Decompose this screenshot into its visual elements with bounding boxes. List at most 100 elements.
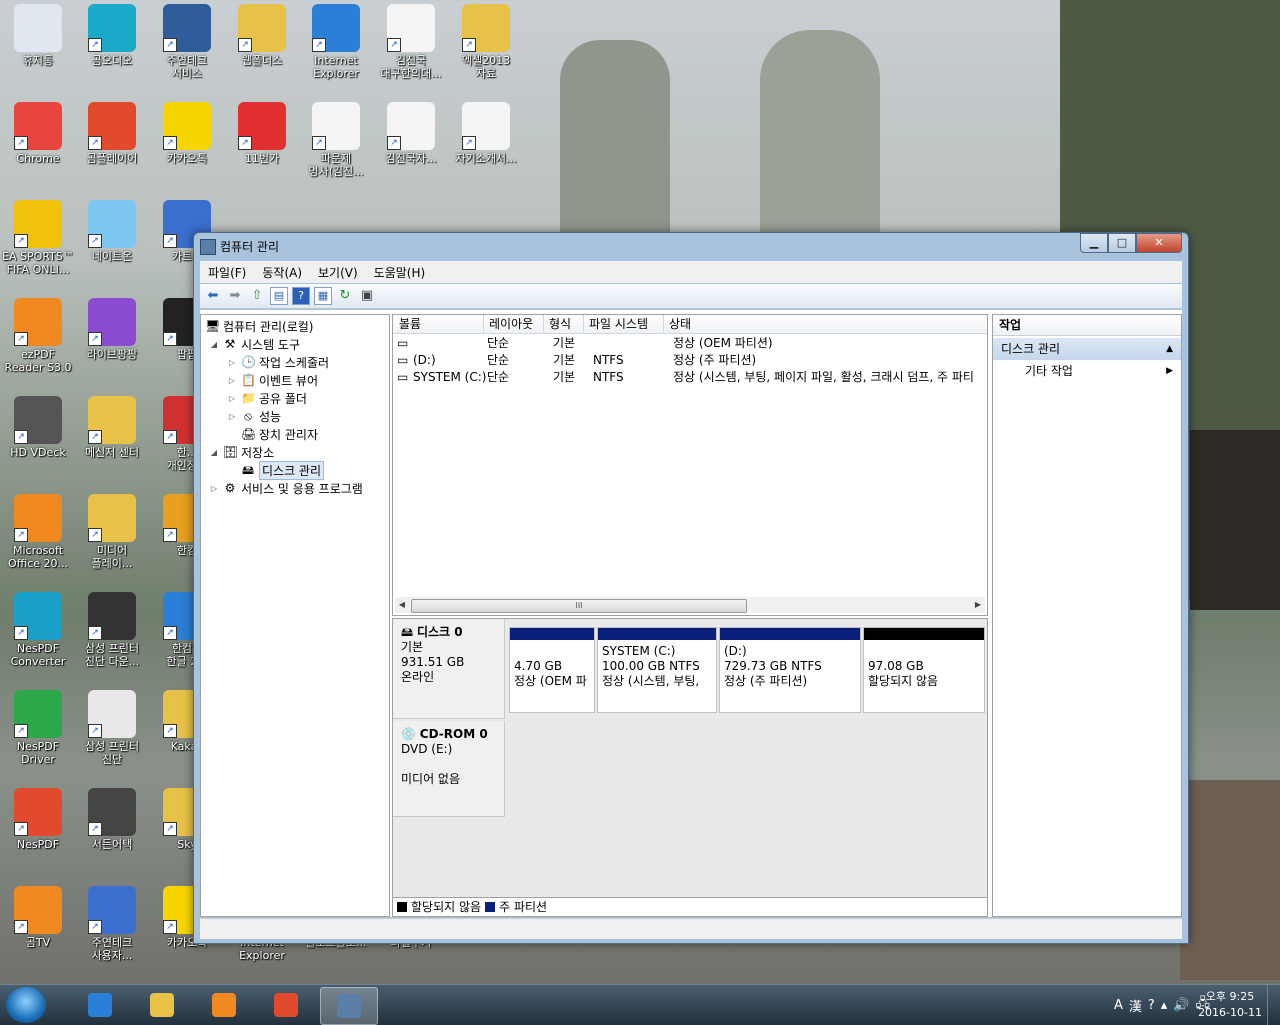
menu-view[interactable]: 보기(V) — [310, 264, 366, 281]
desktop-icon[interactable]: ↗ 미디어 플레이... — [74, 490, 150, 570]
tree-shared-folders[interactable]: ▷ 📁 공유 폴더 — [227, 389, 307, 407]
menu-bar: 파일(F) 동작(A) 보기(V) 도움말(H) — [200, 261, 1182, 283]
actions-section-disk-management[interactable]: 디스크 관리 ▲ — [993, 338, 1181, 360]
app-icon: ↗ — [88, 886, 136, 934]
desktop-icon[interactable]: ↗ Chrome — [0, 98, 76, 165]
desktop-icon[interactable]: ↗ EA SPORTS™ FIFA ONLI... — [0, 196, 76, 276]
tree-task-scheduler[interactable]: ▷ 🕒 작업 스케줄러 — [227, 353, 329, 371]
taskbar-app-media-player[interactable] — [196, 987, 252, 1023]
collapse-arrow-icon[interactable]: ◢ — [209, 340, 219, 349]
tree-root[interactable]: 🖥 컴퓨터 관리(로컬) — [205, 317, 313, 335]
horizontal-scrollbar[interactable]: ◀ III ▶ — [395, 597, 985, 613]
expand-arrow-icon[interactable]: ▷ — [227, 376, 237, 385]
desktop-icon[interactable]: ↗ 11번가 — [224, 98, 300, 165]
partition-d[interactable]: (D:) 729.73 GB NTFS 정상 (주 파티션) — [719, 627, 861, 713]
close-button[interactable]: ✕ — [1136, 233, 1182, 253]
desktop-icon[interactable]: ↗ 파문제 명사(김진... — [298, 98, 374, 178]
tree-storage[interactable]: ◢ 🗄 저장소 — [209, 443, 274, 461]
column-type[interactable]: 형식 — [543, 315, 584, 333]
action-more-actions[interactable]: 기타 작업 ▶ — [993, 360, 1181, 382]
desktop-icon[interactable]: ↗ NesPDF Driver — [0, 686, 76, 766]
desktop-icon[interactable]: ↗ HD VDeck — [0, 392, 76, 459]
export-icon[interactable]: ▣ — [358, 287, 376, 305]
start-button[interactable] — [6, 987, 46, 1023]
desktop-icon[interactable]: ↗ 삼성 프린터 진단 — [74, 686, 150, 766]
title-bar[interactable]: 컴퓨터 관리 ▁ □ ✕ — [194, 233, 1188, 259]
show-desktop-button[interactable] — [1267, 985, 1280, 1025]
taskbar-app-computer-management[interactable] — [320, 987, 378, 1025]
desktop-icon[interactable]: ↗ 라이브팡팡 — [74, 294, 150, 361]
desktop-icon[interactable]: ↗ 웹폴더스 — [224, 0, 300, 67]
forward-icon[interactable]: ➡ — [226, 287, 244, 305]
back-icon[interactable]: ⬅ — [204, 287, 222, 305]
expand-arrow-icon[interactable]: ▷ — [227, 358, 237, 367]
volume-icon[interactable]: 🔊 — [1173, 998, 1189, 1013]
desktop-icon[interactable]: ↗ 주연테크 서비스 — [149, 0, 225, 80]
desktop-icon[interactable]: ↗ ezPDF Reader S3.0 — [0, 294, 76, 374]
desktop-icon[interactable]: ↗ 김진국 대구한의대... — [373, 0, 449, 80]
ime-mode-indicator[interactable]: A — [1114, 998, 1123, 1013]
taskbar-app-gom-player[interactable] — [258, 987, 314, 1023]
desktop-icon[interactable]: ↗ 자기소개서... — [448, 98, 524, 165]
show-hidden-icons-icon[interactable]: ▴ — [1161, 998, 1168, 1013]
column-layout[interactable]: 레이아웃 — [483, 315, 544, 333]
volume-row[interactable]: ▭ SYSTEM (C:) 단순 기본 NTFS 정상 (시스템, 부팅, 페이지 파일,… — [393, 369, 987, 386]
column-status[interactable]: 상태 — [663, 315, 999, 333]
desktop-icon[interactable]: ↗ 서든어택 — [74, 784, 150, 851]
desktop-icon[interactable]: ↗ Microsoft Office 20... — [0, 490, 76, 570]
desktop-icon[interactable]: ↗ 곰오디오 — [74, 0, 150, 67]
partition-unallocated[interactable]: 97.08 GB 할당되지 않음 — [863, 627, 985, 713]
expand-arrow-icon[interactable]: ▷ — [209, 484, 219, 493]
expand-arrow-icon[interactable]: ▷ — [227, 394, 237, 403]
scroll-left-icon[interactable]: ◀ — [395, 597, 409, 613]
tree-event-viewer[interactable]: ▷ 📋 이벤트 뷰어 — [227, 371, 318, 389]
properties-icon[interactable]: ▦ — [314, 287, 332, 305]
maximize-button[interactable]: □ — [1108, 233, 1136, 253]
menu-help[interactable]: 도움말(H) — [366, 264, 434, 281]
desktop-icon[interactable]: ↗ 주연테크 사용자... — [74, 882, 150, 962]
menu-file[interactable]: 파일(F) — [200, 264, 254, 281]
desktop-icon[interactable]: ↗ 곰플레이어 — [74, 98, 150, 165]
show-hide-tree-icon[interactable]: ▤ — [270, 287, 288, 305]
desktop-icon[interactable]: ↗ Internet Explorer — [298, 0, 374, 80]
tree-device-manager[interactable]: 🖨 장치 관리자 — [241, 425, 318, 443]
menu-action[interactable]: 동작(A) — [254, 264, 310, 281]
help-icon[interactable]: ? — [292, 287, 310, 305]
clock[interactable]: 오후 9:25 2016-10-11 — [1198, 989, 1262, 1021]
tree-services-apps[interactable]: ▷ ⚙ 서비스 및 응용 프로그램 — [209, 479, 363, 497]
desktop-icon[interactable]: ↗ 엑셀2013 자료 — [448, 0, 524, 80]
volume-row[interactable]: ▭ 단순 기본 정상 (OEM 파티션) — [393, 335, 987, 352]
tree-performance[interactable]: ▷ ⦸ 성능 — [227, 407, 281, 425]
refresh-icon[interactable]: ↻ — [336, 287, 354, 305]
tree-disk-management[interactable]: 🖴 디스크 관리 — [241, 460, 325, 480]
scroll-thumb[interactable]: III — [411, 599, 747, 613]
cdrom0-label[interactable]: 💿 CD-ROM 0 DVD (E:) 미디어 없음 — [393, 721, 505, 817]
desktop-icon[interactable]: ↗ 카카오톡 — [149, 98, 225, 165]
partition-oem[interactable]: 4.70 GB 정상 (OEM 파 — [509, 627, 595, 713]
tree-system-tools[interactable]: ◢ ⚒ 시스템 도구 — [209, 335, 300, 353]
desktop-icon[interactable]: ↗ 삼성 프린터 진단 다운... — [74, 588, 150, 668]
desktop-icon[interactable]: ↗ NesPDF Converter — [0, 588, 76, 668]
partition-system-c[interactable]: SYSTEM (C:) 100.00 GB NTFS 정상 (시스템, 부팅, — [597, 627, 717, 713]
scroll-right-icon[interactable]: ▶ — [971, 597, 985, 613]
ime-help-icon[interactable]: ? — [1148, 998, 1155, 1013]
disk0-label[interactable]: 🖴 디스크 0 기본 931.51 GB 온라인 — [393, 619, 505, 719]
column-volume[interactable]: 볼륨 — [393, 315, 484, 333]
desktop-icon[interactable]: 휴지통 — [0, 0, 76, 67]
desktop-icon[interactable]: ↗ 곰TV — [0, 882, 76, 949]
expand-arrow-icon[interactable]: ▷ — [227, 412, 237, 421]
collapse-arrow-icon[interactable]: ◢ — [209, 448, 219, 457]
desktop-icon[interactable]: ↗ 메신저 센터 — [74, 392, 150, 459]
minimize-button[interactable]: ▁ — [1080, 233, 1108, 253]
volume-row[interactable]: ▭ (D:) 단순 기본 NTFS 정상 (주 파티션) — [393, 352, 987, 369]
desktop-icon[interactable]: ↗ NesPDF — [0, 784, 76, 851]
hanja-indicator[interactable]: 漢 — [1129, 996, 1142, 1015]
desktop-icon[interactable]: ↗ 네이트온 — [74, 196, 150, 263]
desktop-icon[interactable]: ↗ 김진국자... — [373, 98, 449, 165]
legend-swatch-unallocated — [397, 902, 407, 912]
column-filesystem[interactable]: 파일 시스템 — [583, 315, 664, 333]
collapse-up-icon[interactable]: ▲ — [1166, 338, 1173, 360]
taskbar-app-internet-explorer[interactable] — [72, 987, 128, 1023]
taskbar-app-file-explorer[interactable] — [134, 987, 190, 1023]
up-icon[interactable]: ⇧ — [248, 287, 266, 305]
